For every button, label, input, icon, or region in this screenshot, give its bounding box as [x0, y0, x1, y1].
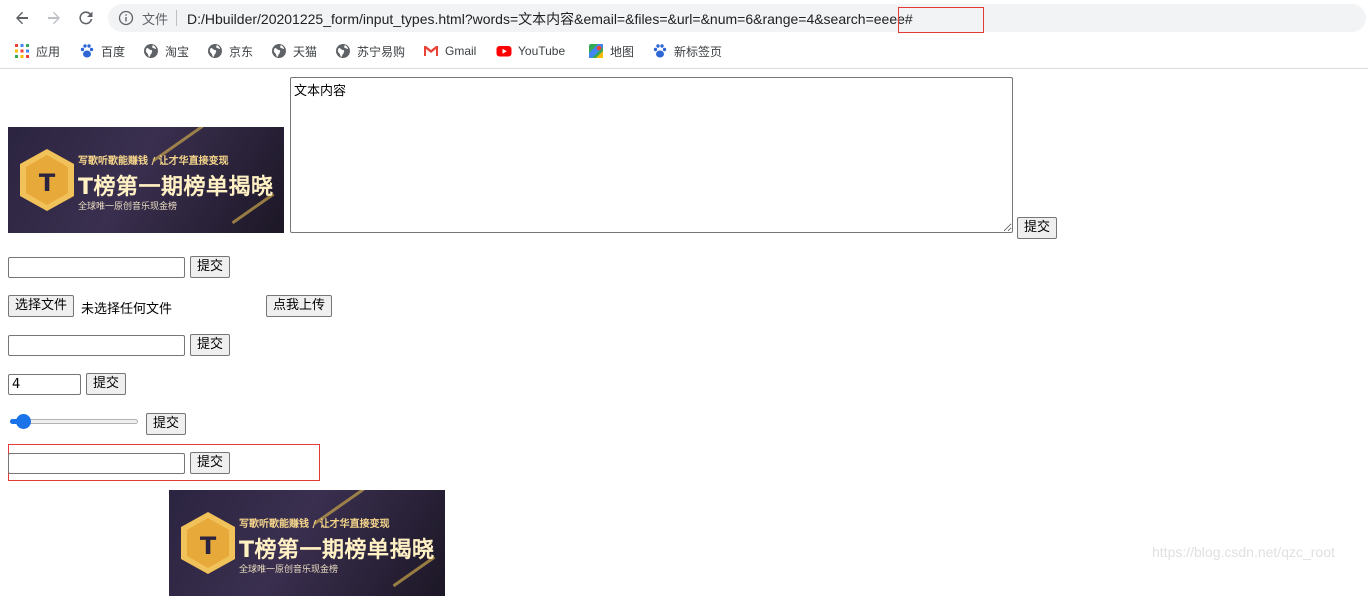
watermark-text: https://blog.csdn.net/qzc_root [1152, 544, 1335, 560]
globe-icon [271, 43, 287, 59]
bookmark-suning[interactable]: 苏宁易购 [335, 41, 405, 61]
bookmark-label: 百度 [101, 44, 126, 59]
globe-icon [207, 43, 223, 59]
url-submit-button[interactable]: 提交 [190, 334, 231, 356]
words-submit-button[interactable]: 提交 [1017, 217, 1058, 239]
banner-image: T 写歌听歌能赚钱 / 让才华直接变现 T榜第一期榜单揭晓 全球唯一原创音乐现金… [8, 127, 284, 233]
globe-icon [335, 43, 351, 59]
bookmarks-bar: 应用 百度 淘宝 京东 天猫 苏宁易购 Gmail YouTube 地图 新标签… [0, 36, 1368, 69]
banner-image: T 写歌听歌能赚钱 / 让才华直接变现 T榜第一期榜单揭晓 全球唯一原创音乐现金… [169, 490, 445, 596]
t-bang-logo-icon: T [20, 149, 74, 211]
number-submit-button[interactable]: 提交 [86, 373, 127, 395]
arrow-right-icon [48, 11, 60, 25]
youtube-icon [496, 43, 512, 59]
range-submit-button[interactable]: 提交 [146, 413, 187, 435]
number-field[interactable] [8, 374, 81, 395]
bookmark-maps[interactable]: 地图 [588, 41, 634, 61]
bookmark-youtube[interactable]: YouTube [496, 41, 565, 61]
words-textarea[interactable]: 文本内容 [290, 77, 1013, 233]
url-text[interactable]: D:/Hbuilder/20201225_form/input_types.ht… [187, 9, 913, 29]
file-status-text: 未选择任何文件 [81, 302, 173, 317]
t-bang-logo-icon: T [181, 512, 235, 574]
bookmark-label: Gmail [445, 44, 477, 58]
forward-button[interactable] [42, 6, 66, 30]
bookmark-label: 新标签页 [674, 44, 723, 59]
bookmark-label: YouTube [518, 44, 566, 58]
gmail-icon [423, 43, 439, 59]
banner-subline: 全球唯一原创音乐现金榜 [239, 565, 339, 575]
address-bar[interactable]: 文件 D:/Hbuilder/20201225_form/input_types… [108, 4, 1366, 32]
range-slider-thumb[interactable] [15, 414, 31, 429]
reload-button[interactable] [74, 6, 98, 30]
browser-toolbar: 文件 D:/Hbuilder/20201225_form/input_types… [0, 0, 1368, 36]
bookmark-new-tab[interactable]: 新标签页 [652, 41, 722, 61]
banner-tagline: 写歌听歌能赚钱 / 让才华直接变现 [239, 519, 390, 530]
search-submit-button[interactable]: 提交 [190, 452, 231, 474]
banner-headline: T榜第一期榜单揭晓 [78, 175, 274, 200]
bookmark-label: 苏宁易购 [357, 44, 406, 59]
bookmark-gmail[interactable]: Gmail [423, 41, 476, 61]
bookmark-label: 应用 [36, 44, 61, 59]
banner-subline: 全球唯一原创音乐现金榜 [78, 202, 178, 212]
bookmark-label: 地图 [610, 44, 635, 59]
banner-tagline: 写歌听歌能赚钱 / 让才华直接变现 [78, 156, 229, 167]
address-divider [176, 10, 177, 26]
email-field[interactable] [8, 257, 185, 278]
baidu-paw-icon [652, 43, 668, 59]
banner-headline: T榜第一期榜单揭晓 [239, 538, 435, 563]
bookmark-tmall[interactable]: 天猫 [271, 41, 317, 61]
svg-text:T: T [39, 169, 56, 197]
upload-button[interactable]: 点我上传 [266, 295, 333, 317]
bookmark-taobao[interactable]: 淘宝 [143, 41, 189, 61]
info-icon[interactable] [118, 10, 134, 26]
bookmark-apps[interactable]: 应用 [14, 41, 60, 61]
email-submit-button[interactable]: 提交 [190, 256, 231, 278]
svg-text:T: T [200, 532, 217, 560]
choose-file-button[interactable]: 选择文件 [8, 295, 75, 317]
bookmark-label: 天猫 [293, 44, 318, 59]
url-field[interactable] [8, 335, 185, 356]
scheme-label: 文件 [142, 12, 169, 27]
arrow-left-icon [16, 11, 28, 25]
url-highlight-box [898, 7, 984, 33]
maps-icon [588, 43, 604, 59]
search-input[interactable] [8, 453, 185, 474]
bookmark-baidu[interactable]: 百度 [79, 41, 125, 61]
bookmark-jd[interactable]: 京东 [207, 41, 253, 61]
reload-icon [79, 11, 93, 25]
bookmark-label: 淘宝 [165, 44, 190, 59]
globe-icon [143, 43, 159, 59]
baidu-paw-icon [79, 43, 95, 59]
back-button[interactable] [10, 6, 34, 30]
bookmark-label: 京东 [229, 44, 254, 59]
apps-grid-icon [14, 43, 30, 59]
